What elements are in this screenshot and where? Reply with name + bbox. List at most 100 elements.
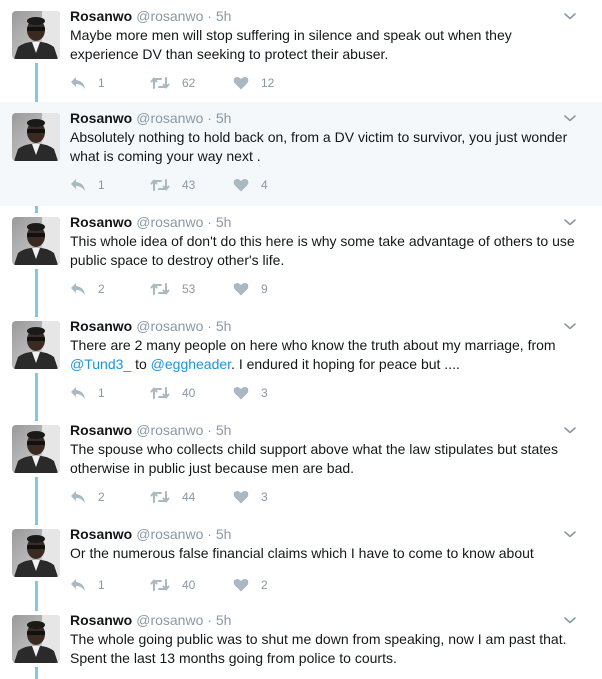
replie-count: 1 (98, 578, 105, 592)
text-segment: to (131, 356, 151, 372)
author-name[interactable]: Rosanwo (70, 110, 132, 126)
separator-dot: · (203, 110, 216, 126)
mention-link[interactable]: @eggheader (151, 356, 231, 372)
reply-button[interactable]: 2 (70, 279, 105, 299)
author-name[interactable]: Rosanwo (70, 612, 132, 628)
text-segment: Or the numerous false financial claims w… (70, 545, 534, 561)
replie-count: 2 (98, 490, 105, 504)
reply-button[interactable]: 2 (70, 487, 105, 507)
tweet[interactable]: Rosanwo @rosanwo · 5h Maybe more men will … (0, 0, 602, 102)
author-handle[interactable]: @rosanwo (136, 612, 203, 628)
tweet-header: Rosanwo @rosanwo · 5h (70, 317, 231, 335)
avatar[interactable] (12, 217, 60, 265)
tweet[interactable]: Rosanwo @rosanwo · 5h Or the numerous fals… (0, 518, 602, 604)
timestamp[interactable]: 5h (216, 612, 232, 628)
author-name[interactable]: Rosanwo (70, 318, 132, 334)
retweet-icon[interactable] (150, 578, 170, 592)
author-handle[interactable]: @rosanwo (136, 422, 203, 438)
like-count: 3 (261, 490, 268, 504)
chevron-down-icon[interactable] (564, 613, 576, 625)
text-segment: . I endured it hoping for peace but .... (231, 356, 460, 372)
tweet-text: The whole going public was to shut me do… (70, 630, 580, 668)
author-handle[interactable]: @rosanwo (136, 214, 203, 230)
chevron-down-icon[interactable] (564, 111, 576, 123)
avatar[interactable] (12, 615, 60, 663)
tweet[interactable]: Rosanwo @rosanwo · 5h There are 2 many peo… (0, 310, 602, 414)
avatar[interactable] (12, 11, 60, 59)
tweet-text: Maybe more men will stop suffering in si… (70, 26, 580, 64)
reply-icon[interactable] (70, 76, 86, 90)
retweet-icon[interactable] (150, 282, 170, 296)
text-segment: The whole going public was to shut me do… (70, 631, 567, 666)
reply-icon[interactable] (70, 490, 86, 504)
like-button[interactable]: 2 (233, 575, 268, 595)
reply-icon[interactable] (70, 178, 86, 192)
avatar[interactable] (12, 113, 60, 161)
timestamp[interactable]: 5h (216, 422, 232, 438)
tweet[interactable]: Rosanwo @rosanwo · 5h The whole going publ… (0, 604, 602, 678)
retweet-button[interactable]: 62 (150, 73, 195, 93)
tweet-actions: 1 40 2 (70, 575, 370, 595)
author-name[interactable]: Rosanwo (70, 422, 132, 438)
retweet-button[interactable]: 53 (150, 279, 195, 299)
heart-icon[interactable] (233, 178, 249, 192)
chevron-down-icon[interactable] (564, 527, 576, 539)
reply-icon[interactable] (70, 386, 86, 400)
author-handle[interactable]: @rosanwo (136, 318, 203, 334)
tweet[interactable]: Rosanwo @rosanwo · 5h The spouse who colle… (0, 414, 602, 518)
like-button[interactable]: 9 (233, 279, 268, 299)
reply-button[interactable]: 1 (70, 383, 105, 403)
timestamp[interactable]: 5h (216, 214, 232, 230)
heart-icon[interactable] (233, 282, 249, 296)
chevron-down-icon[interactable] (564, 423, 576, 435)
author-name[interactable]: Rosanwo (70, 214, 132, 230)
retweet-icon[interactable] (150, 490, 170, 504)
timestamp[interactable]: 5h (216, 8, 232, 24)
reply-icon[interactable] (70, 282, 86, 296)
like-button[interactable]: 4 (233, 175, 268, 195)
chevron-down-icon[interactable] (564, 215, 576, 227)
avatar[interactable] (12, 529, 60, 577)
author-name[interactable]: Rosanwo (70, 526, 132, 542)
heart-icon[interactable] (233, 578, 249, 592)
tweet[interactable]: Rosanwo @rosanwo · 5h Absolutely nothing t… (0, 102, 602, 206)
chevron-down-icon[interactable] (564, 319, 576, 331)
tweet-text: Or the numerous false financial claims w… (70, 544, 580, 563)
reply-button[interactable]: 1 (70, 575, 105, 595)
timestamp[interactable]: 5h (216, 318, 232, 334)
chevron-down-icon[interactable] (564, 9, 576, 21)
like-button[interactable]: 12 (233, 73, 274, 93)
text-segment: This whole idea of don't do this here is… (70, 233, 575, 268)
reply-button[interactable]: 1 (70, 73, 105, 93)
tweet-text: Absolutely nothing to hold back on, from… (70, 128, 580, 166)
tweet-text: The spouse who collects child support ab… (70, 440, 580, 478)
retweet-icon[interactable] (150, 178, 170, 192)
like-button[interactable]: 3 (233, 487, 268, 507)
reply-icon[interactable] (70, 578, 86, 592)
text-segment: The spouse who collects child support ab… (70, 441, 558, 476)
retweet-button[interactable]: 43 (150, 175, 195, 195)
author-handle[interactable]: @rosanwo (136, 110, 203, 126)
retweet-button[interactable]: 40 (150, 383, 195, 403)
heart-icon[interactable] (233, 490, 249, 504)
avatar[interactable] (12, 321, 60, 369)
tweet[interactable]: Rosanwo @rosanwo · 5h This whole idea of d… (0, 206, 602, 310)
timestamp[interactable]: 5h (216, 526, 232, 542)
retweet-button[interactable]: 44 (150, 487, 195, 507)
author-handle[interactable]: @rosanwo (136, 526, 203, 542)
avatar[interactable] (12, 425, 60, 473)
reply-button[interactable]: 1 (70, 175, 105, 195)
retweet-icon[interactable] (150, 386, 170, 400)
retweet-icon[interactable] (150, 76, 170, 90)
tweet-text: There are 2 many people on here who know… (70, 336, 580, 374)
retweet-count: 40 (182, 578, 196, 592)
author-handle[interactable]: @rosanwo (136, 8, 203, 24)
retweet-button[interactable]: 40 (150, 575, 195, 595)
mention-link[interactable]: @Tund3_ (70, 356, 131, 372)
author-name[interactable]: Rosanwo (70, 8, 132, 24)
like-button[interactable]: 3 (233, 383, 268, 403)
tweet-actions: 2 53 9 (70, 279, 370, 299)
heart-icon[interactable] (233, 76, 249, 90)
heart-icon[interactable] (233, 386, 249, 400)
timestamp[interactable]: 5h (216, 110, 232, 126)
